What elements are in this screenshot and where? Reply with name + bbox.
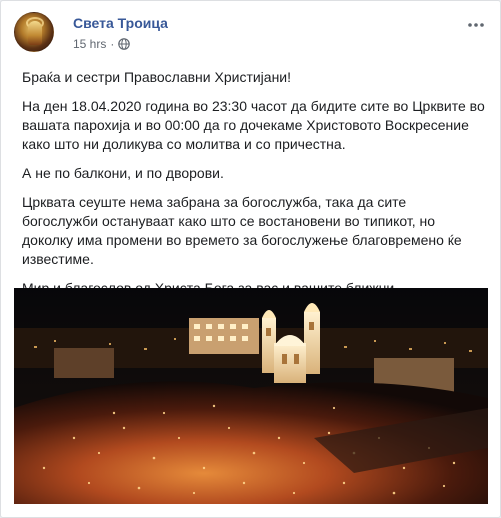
post-meta: 15 hrs · [73,37,131,51]
page-avatar[interactable] [14,12,54,52]
post-text: Браќа и сестри Православни Христијани! Н… [22,68,486,308]
globe-icon[interactable] [118,38,131,50]
avatar-icon-figure [28,21,42,45]
facebook-post: Света Троица 15 hrs · Браќа и сестри Пра… [0,0,501,518]
post-paragraph: Браќа и сестри Православни Христијани! [22,69,292,85]
page-name-link[interactable]: Света Троица [73,15,168,31]
post-paragraph: Црквата сеуште нема забрана за богослужб… [22,194,462,267]
post-paragraph: На ден 18.04.2020 година во 23:30 часот … [22,98,485,152]
post-header: Света Троица 15 hrs · [14,11,488,55]
post-timestamp[interactable]: 15 hrs [73,37,106,51]
post-paragraph: А не по балкони, и по дворови. [22,165,224,181]
meta-separator: · [110,37,115,51]
more-horizontal-icon[interactable] [464,15,488,35]
post-photo[interactable] [14,288,488,504]
